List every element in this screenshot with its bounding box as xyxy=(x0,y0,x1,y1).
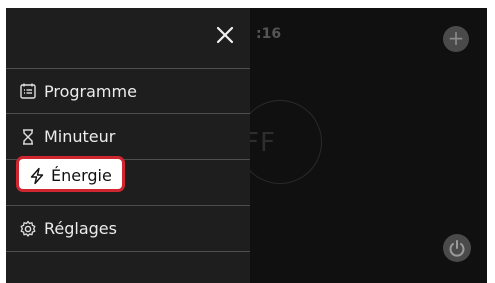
menu-item-reglages[interactable]: Réglages xyxy=(6,206,250,252)
add-button[interactable]: + xyxy=(443,26,469,52)
calendar-list-icon xyxy=(18,81,38,101)
power-button[interactable] xyxy=(443,234,471,262)
highlighted-menu-item-energie[interactable]: Énergie xyxy=(16,156,125,192)
close-icon xyxy=(216,26,234,44)
hourglass-icon xyxy=(18,127,38,147)
close-button[interactable] xyxy=(210,20,240,50)
highlight-content: Énergie xyxy=(28,166,112,185)
power-icon xyxy=(449,240,465,257)
menu-item-label: Programme xyxy=(44,81,137,101)
device-screen: :16 + FF Programme Minuteur Réglages Éne… xyxy=(6,8,487,283)
menu-item-minuteur[interactable]: Minuteur xyxy=(6,114,250,160)
menu-item-label: Énergie xyxy=(51,166,112,185)
side-drawer: Programme Minuteur Réglages Énergie xyxy=(6,8,250,283)
menu-item-label: Minuteur xyxy=(44,127,116,146)
gear-icon xyxy=(18,219,38,239)
menu-item-label: Réglages xyxy=(44,219,117,238)
menu-item-programme[interactable]: Programme xyxy=(6,68,250,114)
lightning-icon xyxy=(28,167,46,185)
background-clock: :16 xyxy=(256,26,282,42)
